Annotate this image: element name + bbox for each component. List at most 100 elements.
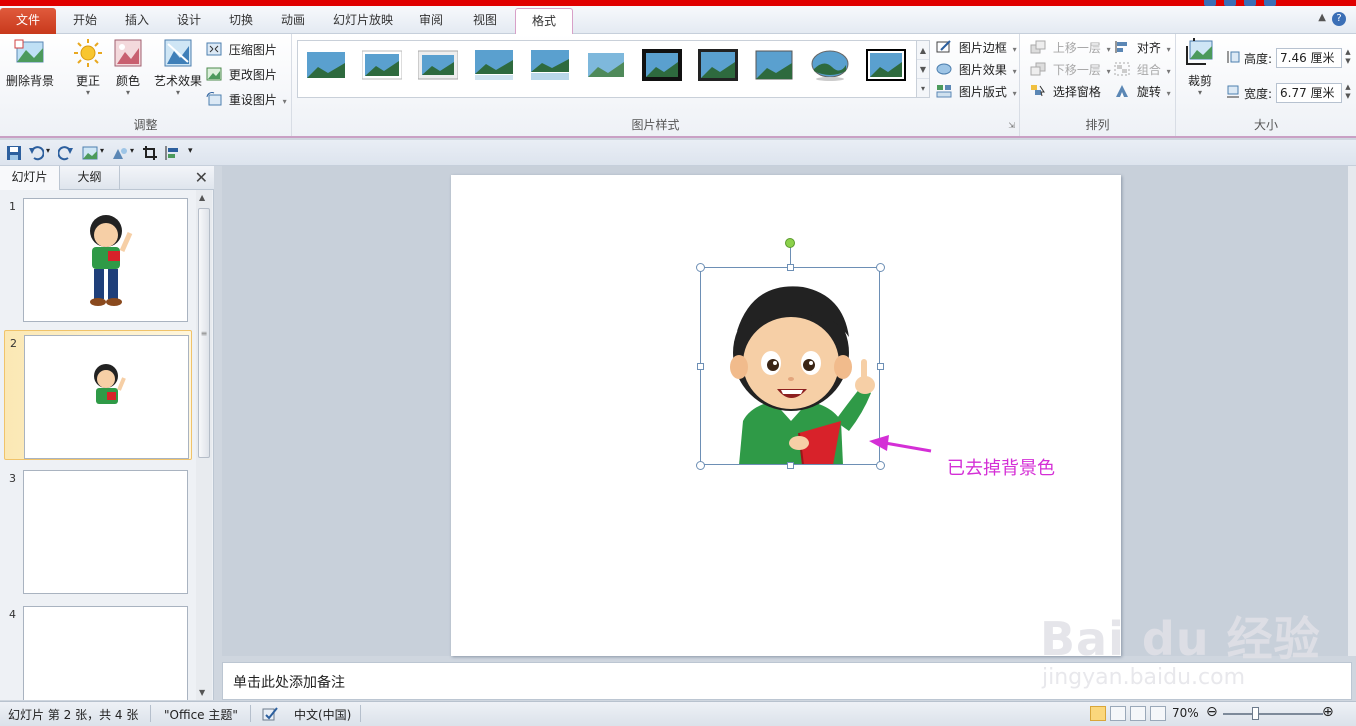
panel-tabs: 幻灯片 大纲 ✕ bbox=[0, 166, 214, 190]
undo-dropdown-icon[interactable]: ▾ bbox=[46, 146, 50, 155]
slide-thumbnail-2[interactable]: 2 bbox=[4, 330, 192, 460]
tab-animations[interactable]: 动画 bbox=[270, 8, 316, 34]
tab-outline[interactable]: 大纲 bbox=[60, 166, 120, 190]
bring-forward-button[interactable]: 上移一层 ▾ bbox=[1030, 38, 1111, 58]
slide-thumbnail-4[interactable]: 4 bbox=[4, 602, 192, 700]
resize-handle-bottom-left[interactable] bbox=[696, 461, 705, 470]
resize-handle-bottom[interactable] bbox=[787, 462, 794, 469]
tab-review[interactable]: 审阅 bbox=[408, 8, 454, 34]
resize-handle-top[interactable] bbox=[787, 264, 794, 271]
crop-small-icon[interactable] bbox=[142, 145, 158, 161]
spellcheck-icon[interactable] bbox=[262, 706, 278, 722]
help-icon[interactable]: ? bbox=[1332, 12, 1346, 26]
height-spinner[interactable]: ▲ ▼ bbox=[1342, 48, 1354, 68]
shape-dropdown-icon[interactable]: ▾ bbox=[130, 146, 134, 155]
tab-design[interactable]: 设计 bbox=[166, 8, 212, 34]
align-button[interactable]: 对齐 ▾ bbox=[1114, 38, 1171, 58]
change-picture-button[interactable]: 更改图片 bbox=[206, 65, 277, 85]
style-thumb-6[interactable] bbox=[586, 49, 626, 81]
tab-home[interactable]: 开始 bbox=[62, 8, 108, 34]
picture-effects-button[interactable]: 图片效果 ▾ bbox=[936, 60, 1017, 80]
scroll-thumb[interactable]: ≡ bbox=[198, 208, 210, 458]
tab-format[interactable]: 格式 bbox=[515, 8, 573, 34]
style-thumb-4[interactable] bbox=[474, 49, 514, 81]
style-thumb-1[interactable] bbox=[306, 49, 346, 81]
zoom-in-icon[interactable]: ⊕ bbox=[1322, 704, 1334, 720]
panel-scrollbar[interactable]: ▲ ≡ ▼ bbox=[196, 190, 212, 700]
group-adjust-label: 调整 bbox=[133, 118, 158, 132]
style-thumb-10[interactable] bbox=[810, 49, 850, 81]
artistic-effects-button[interactable]: 艺术效果 ▾ bbox=[150, 38, 206, 97]
style-thumb-8[interactable] bbox=[698, 49, 738, 81]
close-icon[interactable]: ✕ bbox=[195, 168, 208, 187]
send-backward-button[interactable]: 下移一层 ▾ bbox=[1030, 60, 1111, 80]
slide-thumbnail-3[interactable]: 3 bbox=[4, 466, 192, 596]
tab-view[interactable]: 视图 bbox=[460, 8, 510, 34]
gallery-down-icon[interactable]: ▼ bbox=[917, 60, 929, 79]
tab-file[interactable]: 文件 bbox=[0, 8, 56, 34]
minimize-ribbon-icon[interactable]: ▲ bbox=[1318, 12, 1326, 23]
tab-slides[interactable]: 幻灯片 bbox=[0, 166, 60, 190]
tab-insert[interactable]: 插入 bbox=[114, 8, 160, 34]
rotation-handle[interactable] bbox=[785, 238, 795, 248]
remove-background-button[interactable]: 删除背景 bbox=[4, 38, 56, 89]
style-thumb-2[interactable] bbox=[362, 49, 402, 81]
group-button[interactable]: 组合 ▾ bbox=[1114, 60, 1171, 80]
zoom-out-icon[interactable]: ⊖ bbox=[1206, 704, 1218, 720]
slide-thumbnail-1[interactable]: 1 bbox=[4, 194, 192, 324]
zoom-level[interactable]: 70% bbox=[1172, 706, 1199, 720]
style-thumb-5[interactable] bbox=[530, 49, 570, 81]
selection-pane-button[interactable]: 选择窗格 bbox=[1030, 82, 1101, 102]
rotate-button[interactable]: 旋转 ▾ bbox=[1114, 82, 1171, 102]
change-picture-label: 更改图片 bbox=[228, 68, 277, 82]
style-thumb-9[interactable] bbox=[754, 49, 794, 81]
style-thumb-3[interactable] bbox=[418, 49, 458, 81]
style-thumb-7[interactable] bbox=[642, 49, 682, 81]
zoom-slider[interactable] bbox=[1223, 713, 1323, 715]
color-button[interactable]: 颜色 ▾ bbox=[102, 38, 154, 97]
resize-handle-bottom-right[interactable] bbox=[876, 461, 885, 470]
current-slide[interactable]: 已去掉背景色 bbox=[451, 175, 1121, 656]
dialog-launcher-icon[interactable]: ⇲ bbox=[1008, 121, 1015, 130]
tab-transitions[interactable]: 切换 bbox=[218, 8, 264, 34]
reading-view-button[interactable] bbox=[1130, 706, 1146, 721]
gallery-more-icon[interactable]: ▾ bbox=[917, 79, 929, 98]
compress-label: 压缩图片 bbox=[228, 43, 277, 57]
gallery-scroll[interactable]: ▲ ▼ ▾ bbox=[916, 40, 930, 98]
slide-number: 1 bbox=[9, 200, 16, 213]
picture-layout-button[interactable]: 图片版式 ▾ bbox=[936, 82, 1017, 102]
resize-handle-top-left[interactable] bbox=[696, 263, 705, 272]
gallery-up-icon[interactable]: ▲ bbox=[917, 41, 929, 60]
picture-border-button[interactable]: 图片边框 ▾ bbox=[936, 38, 1017, 58]
style-thumb-11[interactable] bbox=[866, 49, 906, 81]
slideshow-view-button[interactable] bbox=[1150, 706, 1166, 721]
picture-icon[interactable] bbox=[82, 145, 98, 161]
redo-icon[interactable] bbox=[58, 145, 74, 161]
save-icon[interactable] bbox=[6, 145, 22, 161]
tab-slideshow[interactable]: 幻灯片放映 bbox=[322, 8, 404, 34]
customize-qat-icon[interactable]: ▾ bbox=[188, 146, 193, 156]
language-indicator[interactable]: 中文(中国) bbox=[294, 706, 351, 723]
shape-icon[interactable] bbox=[112, 145, 128, 161]
undo-icon[interactable] bbox=[28, 145, 44, 161]
resize-handle-top-right[interactable] bbox=[876, 263, 885, 272]
width-input[interactable]: 6.77 厘米 bbox=[1276, 83, 1342, 103]
reset-picture-button[interactable]: 重设图片 ▾ bbox=[206, 90, 287, 110]
compress-pictures-button[interactable]: 压缩图片 bbox=[206, 40, 277, 60]
crop-button[interactable]: 裁剪 ▾ bbox=[1176, 38, 1224, 97]
resize-handle-right[interactable] bbox=[877, 363, 884, 370]
zoom-slider-knob[interactable] bbox=[1252, 707, 1259, 720]
resize-handle-left[interactable] bbox=[697, 363, 704, 370]
color-picture-icon bbox=[114, 39, 142, 67]
align-small-icon[interactable] bbox=[164, 145, 180, 161]
editor-scrollbar[interactable] bbox=[1348, 166, 1356, 656]
normal-view-button[interactable] bbox=[1090, 706, 1106, 721]
scroll-up-icon[interactable]: ▲ bbox=[199, 193, 205, 202]
slide-sorter-button[interactable] bbox=[1110, 706, 1126, 721]
scroll-down-icon[interactable]: ▼ bbox=[199, 688, 205, 697]
height-input[interactable]: 7.46 厘米 bbox=[1276, 48, 1342, 68]
effects-icon bbox=[936, 63, 952, 75]
picture-dropdown-icon[interactable]: ▾ bbox=[100, 146, 104, 155]
slide-preview bbox=[23, 606, 188, 700]
width-spinner[interactable]: ▲ ▼ bbox=[1342, 83, 1354, 103]
